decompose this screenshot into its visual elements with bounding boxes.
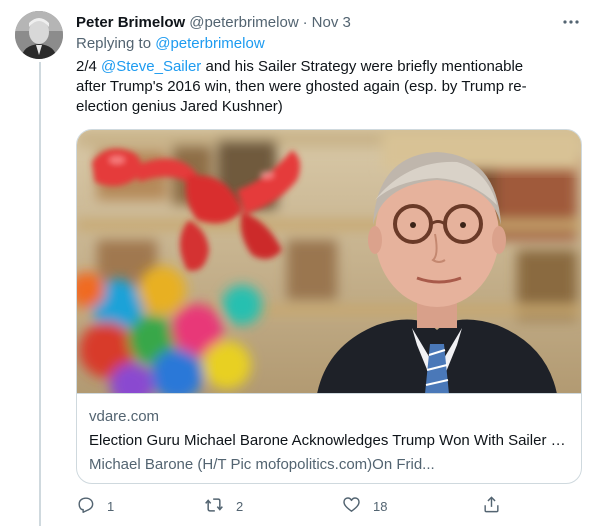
author-name[interactable]: Peter Brimelow <box>76 14 185 31</box>
replying-prefix: Replying to <box>76 35 152 52</box>
tweet-header: Peter Brimelow @peterbrimelow · Nov 3 <box>76 11 586 33</box>
retweet-button[interactable]: 2 <box>204 494 243 518</box>
replying-to-mention[interactable]: @peterbrimelow <box>155 35 264 52</box>
tweet-text-mention[interactable]: @Steve_Sailer <box>101 58 201 75</box>
reply-icon <box>76 495 95 517</box>
reply-count: 1 <box>107 498 115 514</box>
card-domain: vdare.com <box>89 408 160 425</box>
card-description: Michael Barone (H/T Pic mofopolitics.com… <box>89 456 435 473</box>
card-title: Election Guru Michael Barone Acknowledge… <box>89 432 569 449</box>
share-icon <box>482 495 501 517</box>
like-count: 18 <box>373 498 388 514</box>
link-card[interactable]: vdare.com Election Guru Michael Barone A… <box>76 129 582 484</box>
share-button[interactable] <box>482 494 501 518</box>
retweet-icon <box>204 495 224 518</box>
tweet-text: 2/4 @Steve_Sailer and his Sailer Strateg… <box>76 57 556 117</box>
like-button[interactable]: 18 <box>342 494 387 518</box>
replying-to-line: Replying to @peterbrimelow <box>76 35 265 52</box>
more-horizontal-icon[interactable] <box>562 13 580 31</box>
separator-dot: · <box>302 13 308 31</box>
retweet-count: 2 <box>236 498 244 514</box>
tweet-actions: 1 2 18 <box>76 494 582 518</box>
author-handle[interactable]: @peterbrimelow <box>189 14 298 31</box>
reply-button[interactable]: 1 <box>76 494 114 518</box>
thread-connector-line <box>39 62 41 526</box>
card-image[interactable] <box>77 130 581 394</box>
tweet-text-prefix: 2/4 <box>76 58 102 75</box>
tweet-date[interactable]: Nov 3 <box>312 14 351 31</box>
avatar[interactable] <box>15 11 63 59</box>
heart-icon <box>342 495 361 517</box>
card-body[interactable]: vdare.com Election Guru Michael Barone A… <box>77 395 581 483</box>
